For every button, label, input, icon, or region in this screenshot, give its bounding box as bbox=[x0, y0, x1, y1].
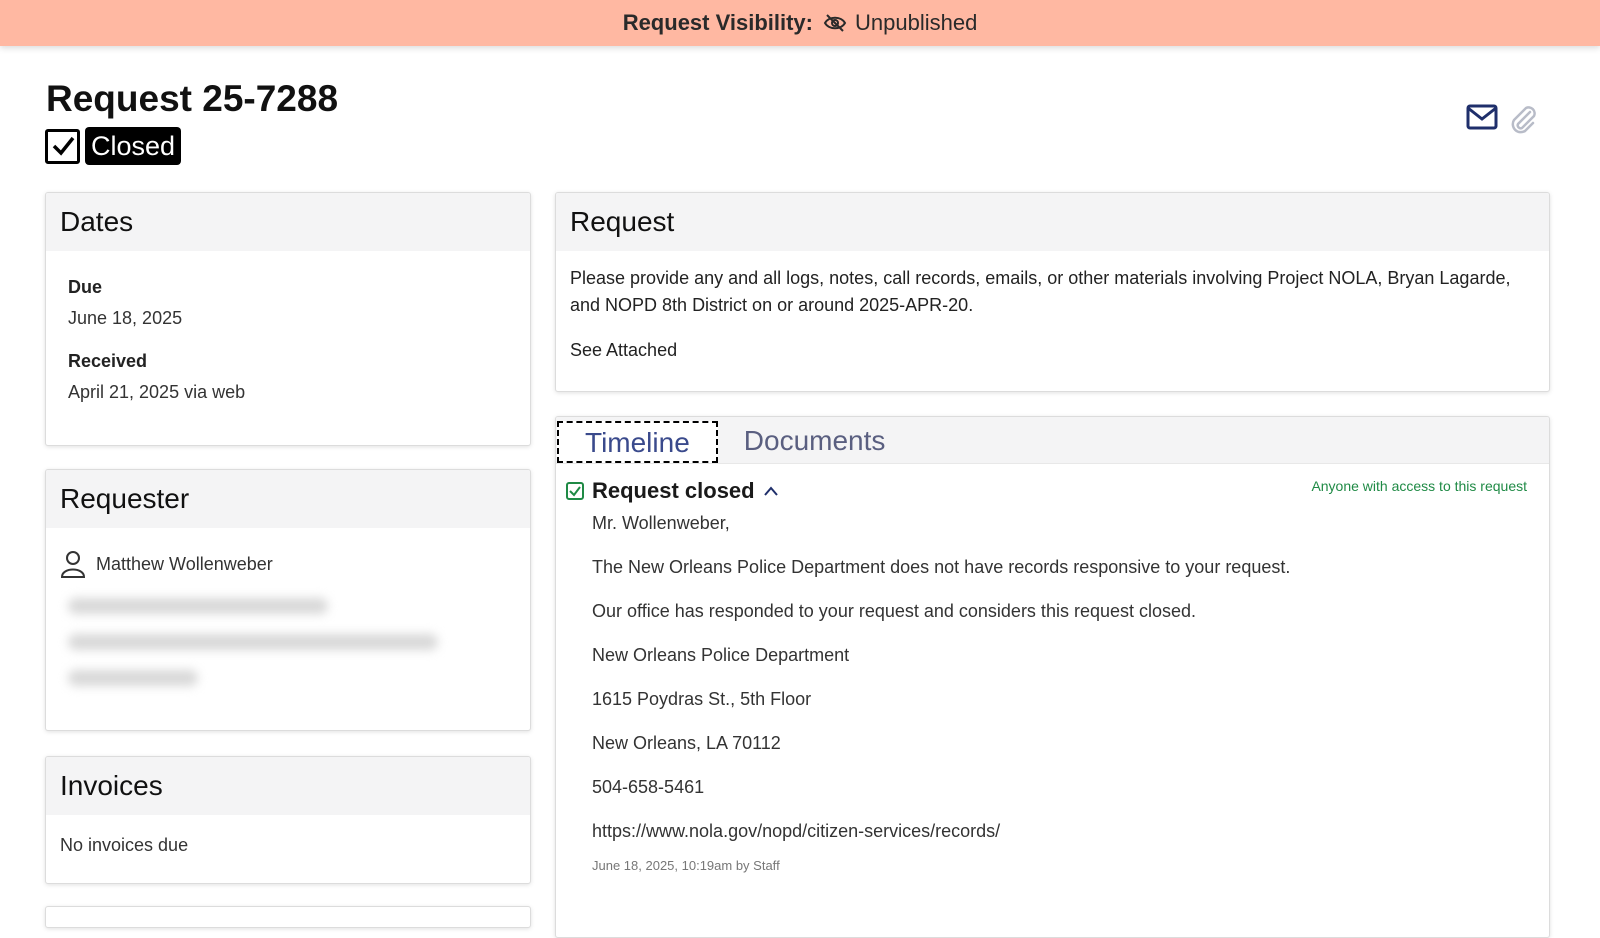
tab-timeline[interactable]: Timeline bbox=[557, 421, 718, 463]
received-value: April 21, 2025 via web bbox=[68, 382, 246, 402]
requester-heading: Requester bbox=[46, 470, 530, 528]
request-card: Request Please provide any and all logs,… bbox=[555, 192, 1550, 392]
timeline-line: Mr. Wollenweber, bbox=[592, 513, 730, 533]
request-note: See Attached bbox=[570, 340, 678, 360]
requester-name: Matthew Wollenweber bbox=[96, 553, 273, 574]
timeline-line: 1615 Poydras St., 5th Floor bbox=[592, 689, 812, 709]
visibility-value: Unpublished bbox=[855, 10, 978, 35]
paperclip-icon[interactable] bbox=[1508, 104, 1538, 136]
chevron-up-icon[interactable] bbox=[763, 485, 779, 497]
redacted-address bbox=[68, 634, 438, 650]
timeline-visibility: Anyone with access to this request bbox=[1311, 478, 1527, 494]
requester-card: Requester Matthew Wollenweber bbox=[45, 469, 531, 731]
timeline-line: The New Orleans Police Department does n… bbox=[592, 557, 1291, 577]
timeline-meta: June 18, 2025, 10:19am by Staff bbox=[592, 858, 780, 873]
eye-slash-icon bbox=[823, 14, 847, 32]
timeline-card: Timeline Documents Request closed Anyone… bbox=[555, 416, 1550, 938]
timeline-entry-body: Mr. Wollenweber, The New Orleans Police … bbox=[556, 504, 1549, 873]
due-value: June 18, 2025 bbox=[68, 308, 183, 328]
redacted-email bbox=[68, 598, 328, 614]
page-title: Request 25-7288 bbox=[46, 78, 339, 119]
visibility-banner: Request Visibility: Unpublished bbox=[0, 0, 1600, 46]
timeline-entry-title: Request closed bbox=[592, 478, 755, 503]
envelope-icon[interactable] bbox=[1466, 104, 1498, 136]
checkbox-checked-icon bbox=[45, 128, 80, 164]
timeline-entry-header: Request closed Anyone with access to thi… bbox=[556, 478, 1549, 504]
dates-card: Dates Due June 18, 2025 Received April 2… bbox=[45, 192, 531, 446]
checkbox-checked-icon bbox=[566, 482, 584, 500]
request-heading: Request bbox=[556, 193, 1549, 251]
timeline-line: Our office has responded to your request… bbox=[592, 601, 1197, 621]
invoices-heading: Invoices bbox=[46, 757, 530, 815]
received-label: Received bbox=[68, 351, 148, 371]
timeline-link[interactable]: https://www.nola.gov/nopd/citizen-servic… bbox=[592, 818, 1549, 844]
timeline-line: New Orleans Police Department bbox=[592, 645, 850, 665]
status-row: Closed bbox=[45, 127, 182, 165]
user-icon bbox=[60, 551, 86, 578]
due-label: Due bbox=[68, 277, 103, 297]
tab-bar: Timeline Documents bbox=[556, 417, 1549, 464]
timeline-line: 504-658-5461 bbox=[592, 777, 705, 797]
requester-name-row: Matthew Wollenweber bbox=[60, 550, 516, 578]
dates-heading: Dates bbox=[46, 193, 530, 251]
invoices-card: Invoices No invoices due bbox=[45, 756, 531, 884]
top-toolbar bbox=[1466, 104, 1538, 136]
timeline-line: New Orleans, LA 70112 bbox=[592, 733, 781, 753]
status-badge: Closed bbox=[85, 127, 182, 165]
redacted-phone bbox=[68, 670, 198, 686]
next-card-edge bbox=[45, 906, 531, 928]
visibility-label: Request Visibility: bbox=[622, 10, 813, 35]
request-body: Please provide any and all logs, notes, … bbox=[570, 268, 1511, 315]
tab-documents[interactable]: Documents bbox=[718, 421, 912, 463]
invoices-text: No invoices due bbox=[60, 835, 189, 855]
